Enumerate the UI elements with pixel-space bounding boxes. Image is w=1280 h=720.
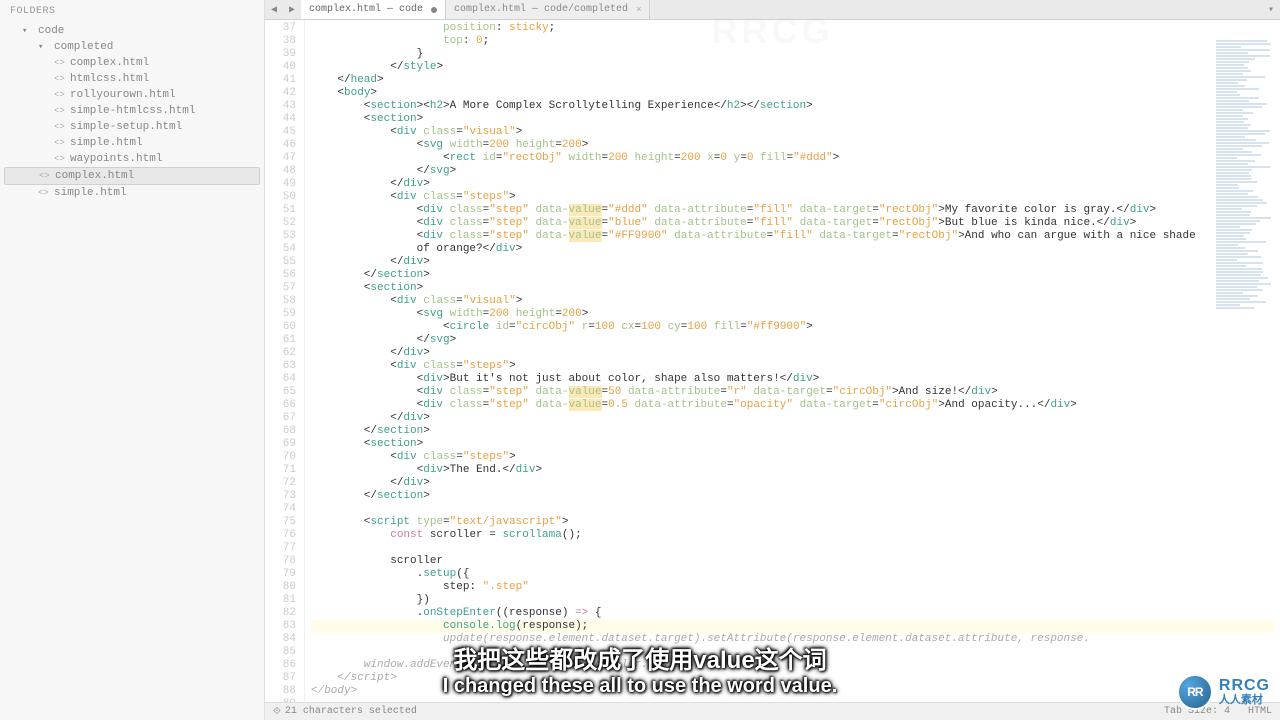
logo-watermark: RR RRCG 人人素材 [1177,674,1270,710]
modified-dot-icon [431,7,437,13]
folder-icon: ▾ [38,42,50,52]
logo-icon: RR [1177,674,1213,710]
status-icon: ⟐ [273,706,281,718]
file-icon: <> [54,122,66,132]
file-simple-htmlcss-html[interactable]: <> simple-htmlcss.html [4,103,260,119]
file-icon: <> [38,188,50,198]
folder-tree[interactable]: ▾ code ▾ completed <> complex.html <> htmlcss.h… [0,23,264,720]
status-selection: 21 characters selected [285,706,417,717]
tab-prev-button[interactable]: ◀ [265,1,283,19]
folder-code[interactable]: ▾ code [4,23,260,39]
close-icon[interactable]: × [636,5,641,15]
code-content[interactable]: position: sticky; top: 0; } </style> </h… [305,20,1280,702]
tab-label: complex.html — code/completed [454,4,628,15]
line-gutter: 3738394041424344454647484950515253545556… [265,20,305,702]
sidebar: FOLDERS ▾ code ▾ completed <> complex.html <> h… [0,0,265,720]
folder-icon: ▾ [22,26,34,36]
tree-item-label: htmlcss.html [70,73,149,85]
file-simple-html[interactable]: <> simple.html [4,185,260,201]
file-icon: <> [54,138,66,148]
status-bar: ⟐ 21 characters selected Tab Size: 4 HTM… [265,702,1280,720]
tree-item-label: simple-htmlcss.html [70,105,195,117]
logo-line2: 人人素材 [1219,695,1270,707]
tab-label: complex.html — code [309,4,423,15]
file-icon: <> [54,74,66,84]
tree-item-label: waypoints.html [70,153,162,165]
tab-complex-html-code-completed[interactable]: complex.html — code/completed × [446,0,650,19]
file-simple-html[interactable]: <> simple.html [4,135,260,151]
code-editor[interactable]: 3738394041424344454647484950515253545556… [265,20,1280,702]
tree-item-label: simple-setup.html [70,121,182,133]
tab-next-button[interactable]: ▶ [283,1,301,19]
file-icon: <> [54,58,66,68]
tree-item-label: rollyourown.html [70,89,176,101]
file-htmlcss-html[interactable]: <> htmlcss.html [4,71,260,87]
tree-item-label: simple.html [70,137,143,149]
tab-complex-html-code[interactable]: complex.html — code [301,0,446,19]
tree-item-label: complex.html [55,170,134,182]
tree-item-label: complex.html [70,57,149,69]
tab-dropdown-button[interactable]: ▾ [1262,1,1280,19]
logo-line1: RRCG [1219,678,1270,695]
file-complex-html[interactable]: <> complex.html [4,55,260,71]
tab-bar: ◀ ▶ complex.html — code complex.html — co… [265,0,1280,20]
tree-item-label: code [38,25,64,37]
tree-item-label: completed [54,41,113,53]
folder-completed[interactable]: ▾ completed [4,39,260,55]
file-icon: <> [54,106,66,116]
file-icon: <> [54,90,66,100]
file-rollyourown-html[interactable]: <> rollyourown.html [4,87,260,103]
file-waypoints-html[interactable]: <> waypoints.html [4,151,260,167]
logo-text: RRCG 人人素材 [1219,678,1270,706]
file-icon: <> [54,154,66,164]
file-icon: <> [39,171,51,181]
main-area: ◀ ▶ complex.html — code complex.html — co… [265,0,1280,720]
tree-item-label: simple.html [54,187,127,199]
sidebar-header: FOLDERS [0,0,264,23]
file-simple-setup-html[interactable]: <> simple-setup.html [4,119,260,135]
file-complex-html[interactable]: <> complex.html [4,167,260,185]
